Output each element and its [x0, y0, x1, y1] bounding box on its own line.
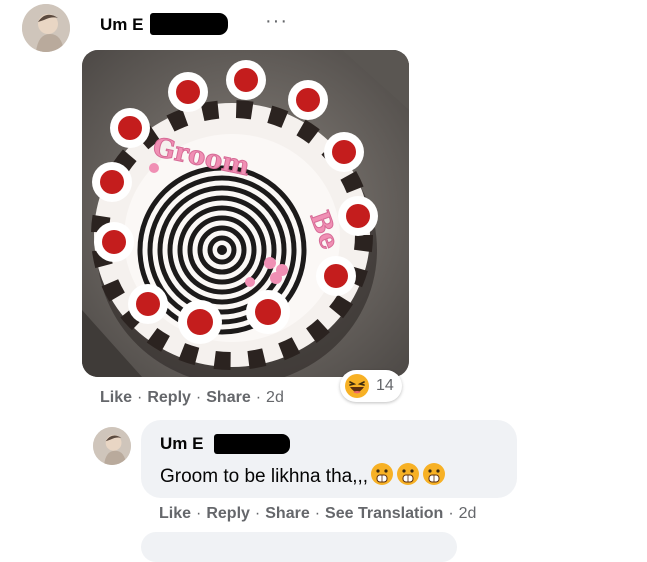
separator-dot: · — [196, 505, 202, 522]
reply-author-name[interactable]: Um E — [160, 434, 203, 454]
reply-bubble: Um E Groom to be likhna tha,,, — [141, 420, 517, 498]
separator-dot: · — [137, 389, 143, 406]
share-button[interactable]: Share — [206, 389, 250, 406]
see-translation-button[interactable]: See Translation — [325, 505, 443, 522]
laughing-emoji-icon — [345, 374, 369, 398]
cake-image: Groom Be — [82, 50, 409, 377]
separator-dot: · — [255, 389, 262, 406]
author-avatar[interactable] — [22, 4, 70, 52]
face-with-open-mouth-emoji-icon — [370, 462, 394, 492]
cake-photo[interactable]: Groom Be — [82, 50, 409, 377]
next-comment-bubble — [141, 532, 457, 562]
face-with-open-mouth-emoji-icon — [396, 462, 420, 492]
face-with-open-mouth-emoji-icon — [422, 462, 446, 492]
redaction-bar — [150, 13, 228, 35]
reply-button[interactable]: Reply — [147, 389, 191, 406]
author-name[interactable]: Um E — [100, 15, 143, 35]
like-button[interactable]: Like — [159, 505, 191, 522]
like-button[interactable]: Like — [100, 389, 132, 406]
avatar-image — [93, 427, 131, 465]
reply-button[interactable]: Reply — [206, 505, 250, 522]
reply-text-row: Groom to be likhna tha,,, — [160, 462, 446, 492]
more-options-icon[interactable]: ··· — [265, 10, 288, 33]
reaction-summary[interactable]: 14 — [340, 370, 402, 402]
reply-actions: Like · Reply · Share · See Translation · 2d — [159, 505, 476, 523]
post-timestamp[interactable]: 2d — [266, 389, 284, 406]
reaction-count: 14 — [376, 377, 394, 394]
post-actions: Like · Reply · Share · 2d — [100, 389, 284, 407]
separator-dot: · — [195, 389, 202, 406]
redaction-bar — [214, 434, 290, 454]
reply-timestamp[interactable]: 2d — [459, 505, 477, 522]
share-button[interactable]: Share — [265, 505, 309, 522]
separator-dot: · — [314, 505, 321, 522]
avatar-image — [22, 4, 70, 52]
reply-text: Groom to be likhna tha,,, — [160, 466, 369, 487]
separator-dot: · — [448, 505, 454, 522]
separator-dot: · — [254, 505, 261, 522]
reply-author-avatar[interactable] — [93, 427, 131, 465]
